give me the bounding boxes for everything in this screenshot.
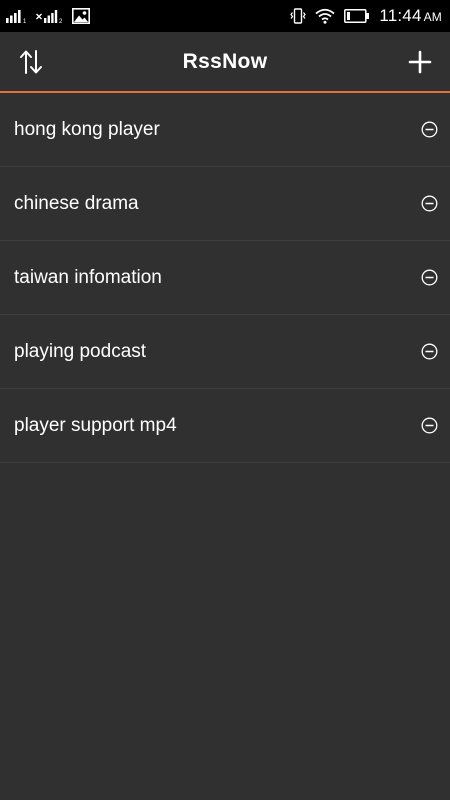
feed-label: hong kong player [14, 118, 160, 140]
remove-feed-button[interactable] [420, 195, 438, 213]
feed-label: taiwan infomation [14, 266, 162, 288]
minus-circle-icon [421, 417, 437, 434]
minus-circle-icon [421, 343, 437, 360]
feed-label: playing podcast [14, 340, 147, 362]
plus-icon [408, 50, 432, 73]
remove-feed-button[interactable] [420, 417, 438, 435]
sort-button[interactable] [17, 48, 45, 76]
wifi-icon [315, 8, 335, 24]
remove-feed-button[interactable] [420, 269, 438, 287]
feed-label: chinese drama [14, 192, 139, 214]
vibrate-icon [290, 8, 307, 24]
status-right-icons: 11:44 AM [290, 6, 442, 26]
list-item[interactable]: playing podcast [0, 315, 450, 389]
svg-text:2: 2 [59, 19, 63, 23]
list-item[interactable]: taiwan infomation [0, 241, 450, 315]
page-title: RssNow [182, 49, 268, 73]
minus-circle-icon [421, 121, 437, 138]
image-icon [72, 8, 90, 24]
minus-circle-icon [421, 269, 437, 286]
signal-icon: 1 [6, 10, 27, 23]
list-item[interactable]: hong kong player [0, 93, 450, 167]
status-bar: 1 2 11:44 AM [0, 0, 450, 32]
remove-feed-button[interactable] [420, 343, 438, 361]
battery-icon [344, 9, 370, 23]
no-signal-icon: 2 [36, 10, 63, 23]
feed-list: hong kong player chinese drama taiwan in… [0, 93, 450, 463]
feed-label: player support mp4 [14, 414, 177, 436]
clock-ampm: AM [423, 10, 442, 24]
clock: 11:44 AM [379, 6, 442, 26]
minus-circle-icon [421, 195, 437, 212]
svg-text:1: 1 [23, 19, 27, 23]
list-item[interactable]: chinese drama [0, 167, 450, 241]
sort-arrows-icon [20, 49, 42, 74]
app-bar: RssNow [0, 32, 450, 91]
list-item[interactable]: player support mp4 [0, 389, 450, 463]
remove-feed-button[interactable] [420, 121, 438, 139]
add-feed-button[interactable] [406, 48, 434, 76]
clock-time: 11:44 [379, 6, 422, 25]
status-left-icons: 1 2 [6, 8, 90, 24]
